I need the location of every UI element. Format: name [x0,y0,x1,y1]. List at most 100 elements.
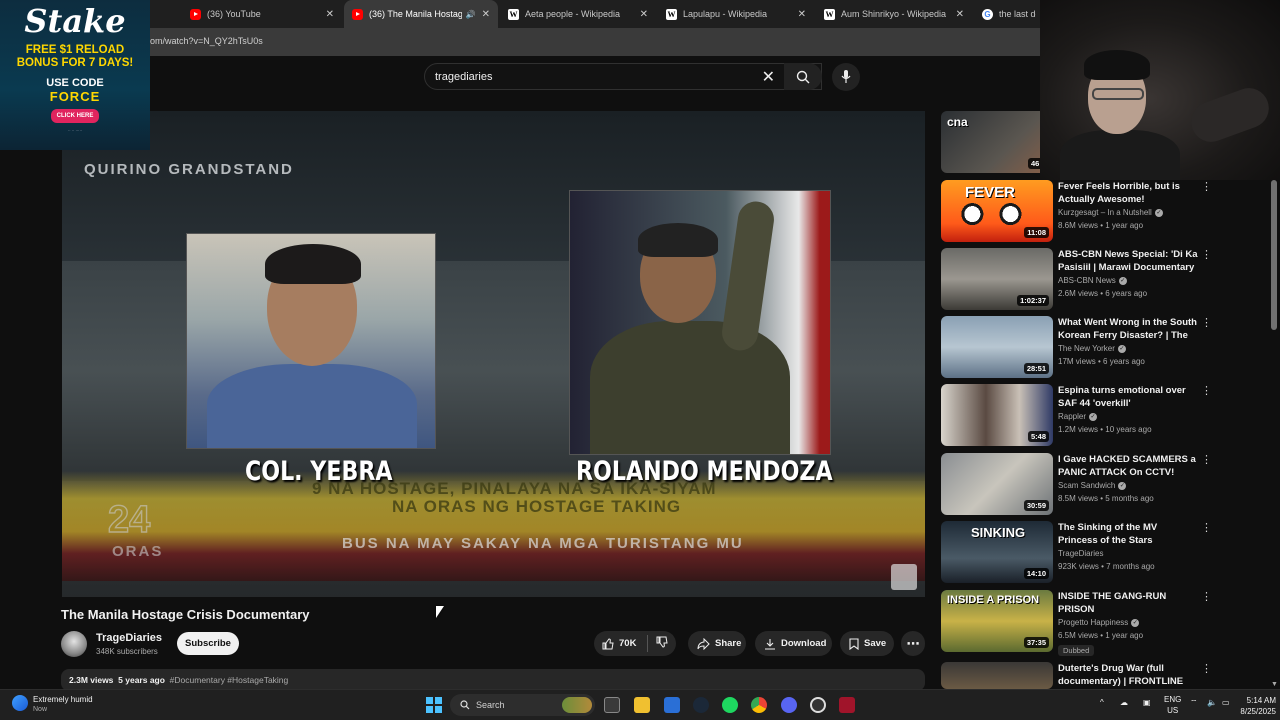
recommendation-channel[interactable]: Rappler ✓ [1058,412,1098,421]
chrome-icon[interactable] [751,697,767,713]
recommendation-title[interactable]: Duterte's Drug War (full documentary) | … [1058,662,1198,688]
recommendation-title[interactable]: I Gave HACKED SCAMMERS a PANIC ATTACK On… [1058,453,1198,479]
save-button[interactable]: Save [840,631,894,656]
app-icon[interactable] [839,697,855,713]
system-clock[interactable]: 5:14 AM 8/25/2025 [1236,695,1276,717]
sidebar-scrollbar[interactable]: ▼ [1270,178,1278,688]
recommendation-meta: 2.6M views • 6 years ago [1058,289,1148,298]
file-explorer-icon[interactable] [634,697,650,713]
more-vertical-icon[interactable]: ⋮ [1201,248,1212,261]
task-view-icon[interactable] [604,697,620,713]
thumbnail-text: SINKING [971,525,1026,540]
hashtags[interactable]: #Documentary #HostageTaking [170,675,289,685]
video-thumbnail[interactable]: FEVER 11:08 [941,180,1053,242]
video-thumbnail[interactable]: 30:59 [941,453,1053,515]
discord-icon[interactable] [781,697,797,713]
video-duration: 28:51 [1023,363,1049,374]
video-player[interactable]: QUIRINO GRANDSTAND 9 NA HOSTAGE, PINALAY… [62,111,925,597]
store-icon[interactable] [664,697,680,713]
tab-google-search[interactable]: G the last desc [974,0,1044,28]
recommendation-title[interactable]: INSIDE THE GANG-RUN PRISON [1058,590,1198,616]
tray-icon[interactable]: ▣ [1143,698,1151,707]
language-indicator[interactable]: ENG US [1164,694,1181,716]
recommendation-title[interactable]: Fever Feels Horrible, but is Actually Aw… [1058,180,1198,206]
voice-search-button[interactable] [832,63,860,91]
recommendation-item[interactable]: 28:51 What Went Wrong in the South Korea… [941,316,1221,378]
channel-name[interactable]: TrageDiaries [96,632,162,644]
recommendation-title[interactable]: What Went Wrong in the South Korean Ferr… [1058,316,1198,342]
tray-overflow-icon[interactable]: ^ [1100,698,1104,707]
recommendation-title[interactable]: Espina turns emotional over SAF 44 'over… [1058,384,1198,410]
dislike-button[interactable] [648,636,673,651]
video-thumbnail[interactable] [941,662,1053,689]
close-icon[interactable]: ✕ [798,9,806,20]
video-thumbnail[interactable]: 1:02:37 [941,248,1053,310]
video-thumbnail[interactable]: cna 46:4 [941,111,1053,173]
recommendation-item[interactable]: 5:48 Espina turns emotional over SAF 44 … [941,384,1221,446]
share-button[interactable]: Share [688,631,746,656]
start-button-icon[interactable] [426,697,442,713]
recommendation-item[interactable]: Duterte's Drug War (full documentary) | … [941,662,1221,689]
tab-youtube[interactable]: (36) YouTube ✕ [182,0,342,28]
more-actions-button[interactable]: ⋯ [901,631,925,656]
more-vertical-icon[interactable]: ⋮ [1201,521,1212,534]
recommendation-title[interactable]: The Sinking of the MV Princess of the St… [1058,521,1198,547]
recommendation-item[interactable]: FEVER 11:08 Fever Feels Horrible, but is… [941,180,1221,242]
channel-watermark[interactable] [891,564,917,590]
recommendation-item[interactable]: INSIDE A PRISON 37:35 INSIDE THE GANG-RU… [941,590,1221,656]
video-thumbnail[interactable]: 5:48 [941,384,1053,446]
recommendation-channel[interactable]: Scam Sandwich ✓ [1058,481,1127,490]
close-icon[interactable]: ✕ [326,9,334,20]
stake-advertisement[interactable]: Stake FREE $1 RELOAD BONUS FOR 7 DAYS! U… [0,0,150,150]
ad-click-here-button[interactable]: CLICK HERE [50,109,100,123]
recommendation-item[interactable]: SINKING 14:10 The Sinking of the MV Prin… [941,521,1221,583]
more-vertical-icon[interactable]: ⋮ [1201,453,1212,466]
scroll-down-icon[interactable]: ▼ [1271,681,1278,688]
scrollbar-thumb[interactable] [1271,180,1277,330]
cloud-icon[interactable]: ☁ [1120,698,1128,707]
description-box[interactable]: 2.3M views 5 years ago #Documentary #Hos… [61,669,925,691]
steam-icon[interactable] [693,697,709,713]
video-thumbnail[interactable]: SINKING 14:10 [941,521,1053,583]
close-icon[interactable]: ✕ [640,9,648,20]
download-button[interactable]: Download [755,631,832,656]
close-icon[interactable]: ✕ [482,9,490,20]
close-icon[interactable]: ✕ [956,9,964,20]
recommendation-channel[interactable]: Progetto Happiness ✓ [1058,618,1140,627]
more-vertical-icon[interactable]: ⋮ [1201,590,1212,603]
search-button[interactable] [784,63,822,90]
search-input[interactable] [435,70,755,83]
battery-icon[interactable]: ▭ [1222,698,1230,707]
recommendation-channel[interactable]: The New Yorker ✓ [1058,344,1126,353]
like-button[interactable]: 70K [594,635,648,652]
recommendation-channel[interactable]: Kurzgesagt – In a Nutshell ✓ [1058,208,1163,217]
spotify-icon[interactable] [722,697,738,713]
more-vertical-icon[interactable]: ⋮ [1201,316,1212,329]
tab-aum-shinrikyo[interactable]: W Aum Shinrikyo - Wikipedia ✕ [816,0,972,28]
recommendation-title[interactable]: ABS-CBN News Special: 'Di Ka Pasisiil | … [1058,248,1198,274]
tab-title: (36) YouTube [207,9,261,19]
recommendation-channel[interactable]: TrageDiaries [1058,549,1104,558]
recommendation-item[interactable]: 1:02:37 ABS-CBN News Special: 'Di Ka Pas… [941,248,1221,310]
tab-manila-hostage[interactable]: (36) The Manila Hostage Cr 🔊 ✕ [344,0,498,28]
search-box[interactable]: ✕ [424,63,822,90]
clear-search-icon[interactable]: ✕ [762,67,775,87]
more-vertical-icon[interactable]: ⋮ [1201,662,1212,675]
channel-avatar[interactable] [61,631,87,657]
tab-lapulapu[interactable]: W Lapulapu - Wikipedia ✕ [658,0,814,28]
tab-aeta-people[interactable]: W Aeta people - Wikipedia ✕ [500,0,656,28]
more-vertical-icon[interactable]: ⋮ [1201,384,1212,397]
wifi-icon[interactable]: ⌔ [1190,698,1198,708]
subscribe-button[interactable]: Subscribe [177,632,239,655]
speaker-icon[interactable]: 🔊 [466,10,476,19]
recommendation-item[interactable]: 30:59 I Gave HACKED SCAMMERS a PANIC ATT… [941,453,1221,515]
weather-widget[interactable]: Extremely humid Now [12,695,93,713]
video-thumbnail[interactable]: INSIDE A PRISON 37:35 [941,590,1053,652]
more-vertical-icon[interactable]: ⋮ [1201,180,1212,193]
obs-icon[interactable] [810,697,826,713]
recommendation-channel[interactable]: ABS-CBN News ✓ [1058,276,1127,285]
taskbar-search[interactable]: Search [450,694,595,716]
volume-icon[interactable]: 🔈 [1207,698,1217,707]
video-thumbnail[interactable]: 28:51 [941,316,1053,378]
url-text[interactable]: om/watch?v=N_QY2hTsU0s [150,36,263,46]
